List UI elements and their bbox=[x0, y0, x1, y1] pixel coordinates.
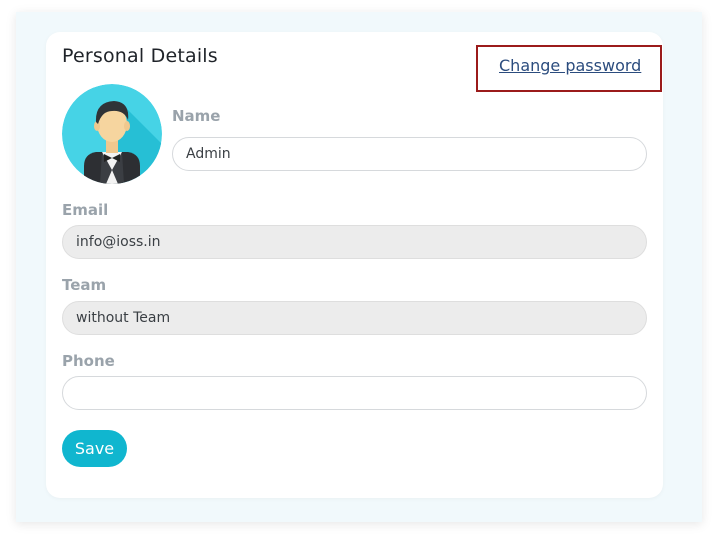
team-field: without Team bbox=[62, 301, 647, 335]
email-label: Email bbox=[62, 201, 109, 219]
phone-label: Phone bbox=[62, 352, 115, 370]
personal-details-card: Personal Details Change password Name Ad… bbox=[46, 32, 663, 498]
page-title: Personal Details bbox=[62, 45, 218, 67]
name-label: Name bbox=[172, 107, 221, 125]
team-label: Team bbox=[62, 276, 107, 294]
phone-field[interactable] bbox=[62, 376, 647, 410]
name-field[interactable]: Admin bbox=[172, 137, 647, 171]
change-password-link[interactable]: Change password bbox=[499, 56, 641, 75]
email-field: info@ioss.in bbox=[62, 225, 647, 259]
user-avatar-icon bbox=[62, 84, 162, 184]
save-button[interactable]: Save bbox=[62, 430, 127, 467]
